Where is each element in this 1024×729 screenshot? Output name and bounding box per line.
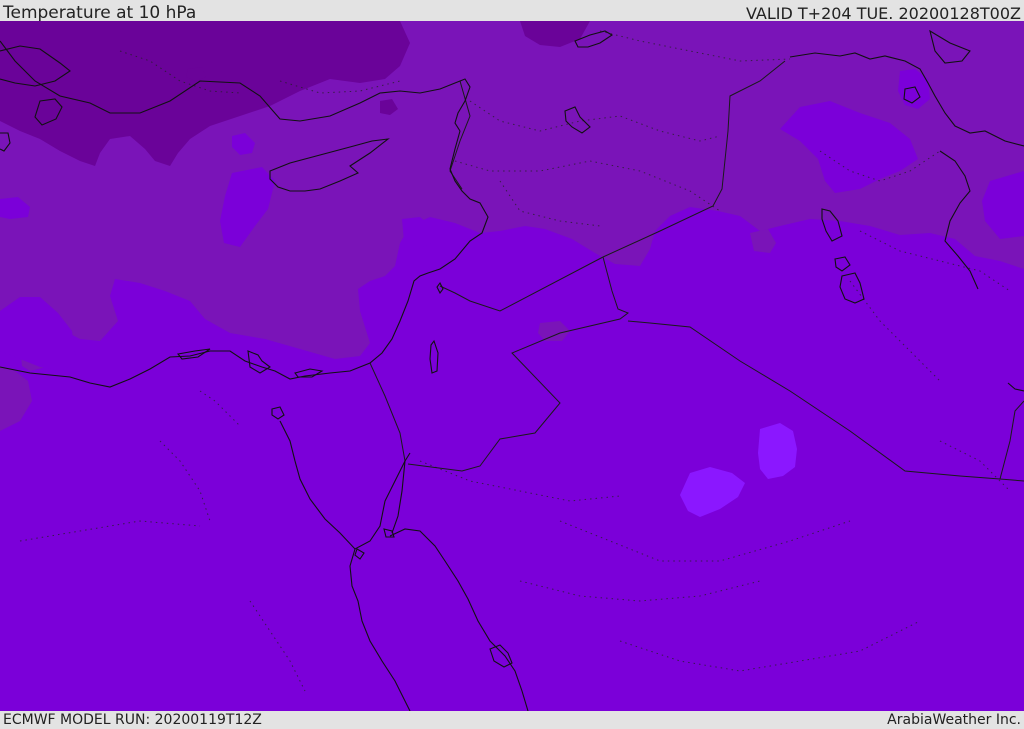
bottom-bar: ECMWF MODEL RUN: 20200119T12Z ArabiaWeat… [0, 711, 1024, 729]
model-run-label: ECMWF MODEL RUN: 20200119T12Z [3, 712, 262, 728]
map-canvas [0, 21, 1024, 711]
top-bar: Temperature at 10 hPa VALID T+204 TUE. 2… [0, 0, 1024, 23]
map-title: Temperature at 10 hPa [3, 3, 197, 23]
weather-map[interactable] [0, 21, 1024, 711]
credit-label: ArabiaWeather Inc. [887, 712, 1021, 728]
